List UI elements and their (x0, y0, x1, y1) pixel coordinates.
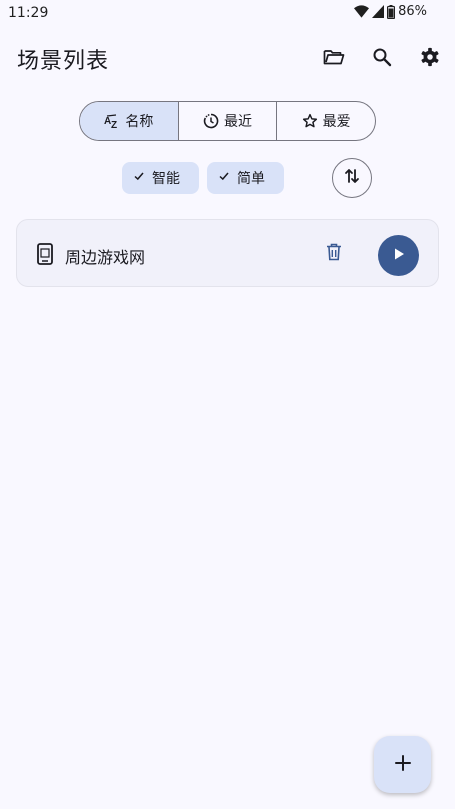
app-bar: 场景列表 (0, 36, 455, 78)
wifi-icon (354, 5, 370, 18)
sort-az-icon: AZ (104, 113, 120, 129)
swap-vertical-icon (343, 167, 361, 189)
sort-by-recent-label: 最近 (224, 114, 252, 130)
svg-text:Z: Z (111, 120, 117, 129)
folder-icon[interactable] (322, 45, 346, 69)
check-icon (218, 170, 230, 186)
sort-by-name-label: 名称 (125, 114, 154, 130)
check-icon (133, 170, 145, 186)
star-icon (302, 113, 318, 129)
sort-by-name-tab[interactable]: AZ 名称 (80, 102, 178, 140)
filter-chip-smart-label: 智能 (152, 171, 180, 187)
trash-icon (326, 243, 342, 265)
sort-by-recent-tab[interactable]: 最近 (177, 102, 277, 140)
sort-direction-button[interactable] (332, 158, 372, 198)
clock-icon (203, 113, 219, 129)
phone-icon (36, 243, 54, 265)
plus-icon (394, 754, 412, 776)
status-bar: 11:29 86% (0, 0, 455, 26)
play-scene-button[interactable] (378, 235, 419, 276)
battery-icon (387, 4, 396, 19)
filter-chip-smart[interactable]: 智能 (122, 162, 199, 194)
play-icon (392, 246, 406, 265)
filter-chip-simple[interactable]: 简单 (207, 162, 284, 194)
sort-by-favorite-label: 最爱 (322, 114, 351, 130)
status-time: 11:29 (8, 5, 49, 21)
search-icon[interactable] (370, 45, 394, 69)
sort-segmented-control: AZ 名称 最近 最爱 (79, 101, 376, 141)
status-icons: 86% (354, 4, 427, 19)
add-scene-button[interactable] (374, 736, 431, 793)
filter-chip-simple-label: 简单 (237, 171, 265, 187)
delete-scene-button[interactable] (324, 243, 344, 265)
battery-level: 86% (398, 4, 427, 19)
sort-by-favorite-tab[interactable]: 最爱 (276, 102, 375, 140)
scene-name: 周边游戏网 (65, 248, 146, 267)
scene-list-item[interactable]: 周边游戏网 (16, 219, 439, 287)
signal-icon (372, 5, 385, 18)
gear-icon[interactable] (418, 45, 442, 69)
page-title: 场景列表 (17, 49, 110, 74)
